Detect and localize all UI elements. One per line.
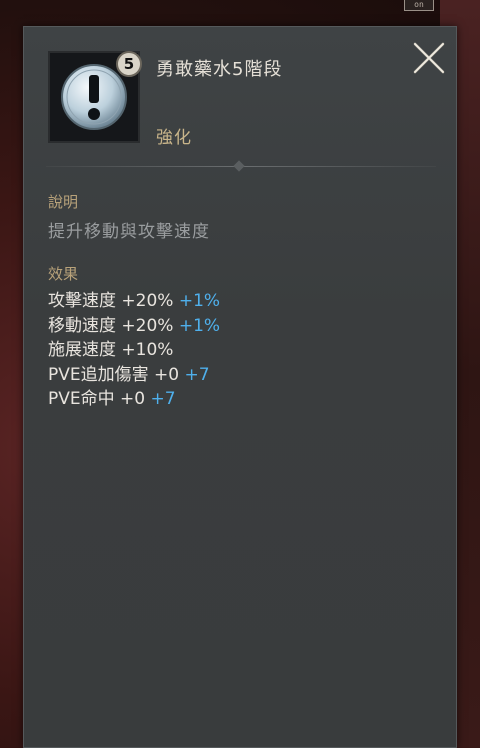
- effect-bonus: +7: [150, 389, 176, 409]
- divider-ornament: [233, 160, 245, 172]
- effect-line: PVE追加傷害 +0 +7: [48, 363, 220, 388]
- effect-value: PVE追加傷害 +0: [48, 364, 180, 385]
- close-icon: [413, 42, 445, 74]
- effects-label: 效果: [48, 265, 79, 283]
- corner-tag: on: [404, 0, 434, 11]
- effect-bonus: +1%: [178, 291, 221, 311]
- effect-value: 施展速度 +10%: [48, 340, 174, 360]
- close-button[interactable]: [412, 41, 446, 75]
- description-label: 說明: [48, 193, 79, 211]
- effect-line: 攻擊速度 +20% +1%: [48, 289, 220, 314]
- item-category: 強化: [156, 128, 192, 148]
- effect-value: PVE命中 +0: [48, 389, 146, 409]
- item-title: 勇敢藥水5階段: [156, 59, 283, 80]
- exclamation-icon: [61, 64, 127, 130]
- effect-bonus: +7: [184, 364, 210, 385]
- description-text: 提升移動與攻擊速度: [48, 222, 210, 242]
- effect-line: 施展速度 +10%: [48, 338, 220, 363]
- effect-line: PVE命中 +0 +7: [48, 387, 220, 412]
- effects-list: 攻擊速度 +20% +1% 移動速度 +20% +1% 施展速度 +10% PV…: [48, 289, 220, 412]
- effect-line: 移動速度 +20% +1%: [48, 314, 220, 339]
- stack-count-badge: 5: [116, 51, 142, 77]
- effect-value: 攻擊速度 +20%: [48, 291, 174, 311]
- effect-value: 移動速度 +20%: [48, 315, 174, 336]
- buff-tooltip-panel: 5 勇敢藥水5階段 強化 說明 提升移動與攻擊速度 效果 攻擊速度 +20% +…: [23, 26, 457, 748]
- effect-bonus: +1%: [178, 315, 221, 336]
